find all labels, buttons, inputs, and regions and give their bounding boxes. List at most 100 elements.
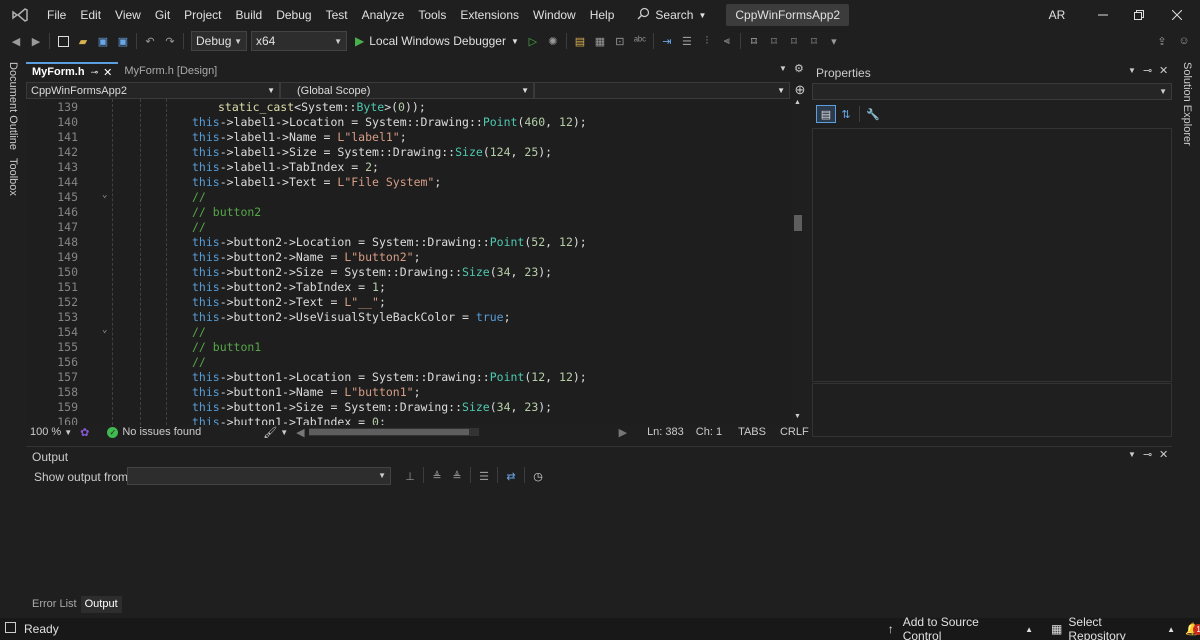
chevron-up-icon[interactable]: ▲ (1167, 625, 1175, 634)
word-wrap-icon[interactable]: ⇄ (501, 467, 521, 485)
close-icon[interactable]: ✕ (1159, 64, 1168, 77)
menu-extensions[interactable]: Extensions (453, 0, 526, 30)
line-ending-status[interactable]: CRLF (780, 426, 809, 438)
alphabetical-sort-icon[interactable]: ⇅ (836, 105, 856, 123)
find-message-icon[interactable]: ⊥ (400, 467, 420, 485)
navigate-back-icon[interactable]: ◀ (6, 32, 26, 50)
line-number-status[interactable]: Ln: 383 (647, 426, 684, 438)
tab-output[interactable]: Output (80, 595, 122, 613)
share-icon[interactable]: ⇪ (1152, 32, 1172, 50)
uncomment-icon[interactable]: ⫷ (717, 32, 737, 50)
zoom-level[interactable]: 100 % (30, 426, 61, 438)
clear-all-icon[interactable]: ☰ (474, 467, 494, 485)
properties-object-select[interactable]: ▼ (812, 83, 1172, 100)
toolbar-overflow-icon[interactable]: ▾ (824, 32, 844, 50)
solution-explorer-tab[interactable]: Solution Explorer (1181, 62, 1193, 146)
start-without-debugging-icon[interactable]: ▷ (523, 32, 543, 50)
prev-message-icon[interactable]: ≜ (427, 467, 447, 485)
fold-chevron-icon[interactable]: ⌄ (102, 190, 107, 200)
bookmark-icon[interactable]: ⌑ (744, 32, 764, 50)
new-project-icon[interactable] (53, 32, 73, 50)
step-over-icon[interactable]: ⇥ (657, 32, 677, 50)
add-to-source-control-button[interactable]: Add to Source Control (903, 615, 1019, 640)
clock-icon[interactable]: ◷ (528, 467, 548, 485)
tab-myform-h[interactable]: MyForm.h ⊸ ✕ (26, 62, 119, 80)
pin-icon[interactable]: ⊸ (91, 67, 99, 78)
open-folder-icon[interactable]: ▰ (73, 32, 93, 50)
save-all-icon[interactable]: ▣ (113, 32, 133, 50)
tab-error-list[interactable]: Error List (28, 596, 81, 613)
start-debugger-button[interactable]: ▶ Local Windows Debugger ▼ (355, 34, 519, 48)
navigate-forward-icon[interactable]: ▶ (26, 32, 46, 50)
chevron-down-icon[interactable]: ▼ (1128, 66, 1136, 75)
visual-studio-logo-icon[interactable] (0, 0, 40, 30)
scroll-down-icon[interactable]: ▼ (794, 413, 801, 420)
indent-mode-status[interactable]: TABS (738, 426, 766, 438)
editor-horizontal-scrollbar[interactable] (308, 428, 479, 436)
menu-help[interactable]: Help (583, 0, 622, 30)
configuration-select[interactable]: Debug ▼ (191, 31, 247, 51)
code-editor[interactable]: 139 static_cast<System::Byte>(0)); 140 this… (26, 99, 792, 425)
next-message-icon[interactable]: ≜ (447, 467, 467, 485)
search-box[interactable]: Search ▼ (631, 7, 712, 23)
menu-analyze[interactable]: Analyze (355, 0, 412, 30)
property-pages-wrench-icon[interactable]: 🔧 (863, 105, 883, 123)
menu-edit[interactable]: Edit (73, 0, 108, 30)
close-icon[interactable]: ✕ (103, 66, 112, 79)
redo-icon[interactable]: ↷ (160, 32, 180, 50)
issues-status[interactable]: No issues found (122, 426, 201, 438)
tab-list-chevron-icon[interactable]: ▼ (779, 64, 787, 73)
global-scope-select[interactable]: (Global Scope) ▼ (280, 82, 534, 99)
pin-icon[interactable]: ⊸ (1143, 64, 1152, 77)
close-icon[interactable]: ✕ (1159, 448, 1168, 461)
undo-icon[interactable]: ↶ (140, 32, 160, 50)
close-icon[interactable] (1154, 0, 1200, 30)
comment-icon[interactable]: ⫶ (697, 32, 717, 50)
save-icon[interactable]: ▣ (93, 32, 113, 50)
layout-icon[interactable]: ▦ (590, 32, 610, 50)
bookmark-prev-icon[interactable]: ⌑ (764, 32, 784, 50)
editor-vertical-scrollbar[interactable]: ▲ ▼ (792, 99, 804, 425)
bookmark-clear-icon[interactable]: ⌑ (804, 32, 824, 50)
member-select[interactable]: ▼ (534, 82, 790, 99)
menu-file[interactable]: File (40, 0, 73, 30)
menu-tools[interactable]: Tools (411, 0, 453, 30)
menu-test[interactable]: Test (319, 0, 355, 30)
fold-chevron-icon[interactable]: ⌄ (102, 325, 107, 335)
scroll-left-icon[interactable]: ◀ (296, 426, 304, 439)
tab-myform-design[interactable]: MyForm.h [Design] (118, 62, 223, 80)
split-editor-icon[interactable]: ⊕ (790, 82, 810, 99)
pin-icon[interactable]: ⊸ (1143, 448, 1152, 461)
bookmark-next-icon[interactable]: ⌑ (784, 32, 804, 50)
project-scope-select[interactable]: CppWinFormsApp2 ▼ (26, 82, 280, 99)
menu-build[interactable]: Build (229, 0, 270, 30)
toolbox-tab[interactable]: Toolbox (7, 158, 19, 196)
intellicode-icon[interactable]: ✿ (80, 426, 89, 439)
scroll-thumb[interactable] (308, 429, 469, 435)
platform-select[interactable]: x64 ▼ (251, 31, 347, 51)
scroll-right-icon[interactable]: ▶ (619, 426, 627, 439)
menu-window[interactable]: Window (526, 0, 583, 30)
spell-check-icon[interactable]: ᵃᵇᶜ (630, 32, 650, 50)
cleanup-brush-icon[interactable]: 🖌 (263, 426, 277, 439)
chevron-down-icon[interactable]: ▼ (280, 428, 288, 437)
menu-debug[interactable]: Debug (269, 0, 318, 30)
menu-git[interactable]: Git (148, 0, 177, 30)
select-repository-button[interactable]: Select Repository (1068, 615, 1161, 640)
scroll-thumb[interactable] (794, 215, 802, 231)
scroll-up-icon[interactable]: ▲ (794, 99, 801, 106)
feedback-icon[interactable]: ☺ (1174, 32, 1194, 50)
solution-explorer-icon[interactable]: ▤ (570, 32, 590, 50)
chevron-up-icon[interactable]: ▲ (1025, 625, 1033, 634)
breakpoints-icon[interactable]: ⊡ (610, 32, 630, 50)
notification-bell-icon[interactable]: 🔔 1 (1185, 622, 1200, 636)
format-icon[interactable]: ☰ (677, 32, 697, 50)
avatar[interactable]: AR (1047, 6, 1067, 24)
menu-view[interactable]: View (108, 0, 148, 30)
column-status[interactable]: Ch: 1 (696, 426, 722, 438)
menu-project[interactable]: Project (177, 0, 228, 30)
document-outline-tab[interactable]: Document Outline (7, 62, 19, 150)
properties-grid[interactable] (812, 128, 1172, 382)
categorized-icon[interactable]: ▤ (816, 105, 836, 123)
output-source-select[interactable]: ▼ (127, 467, 391, 485)
